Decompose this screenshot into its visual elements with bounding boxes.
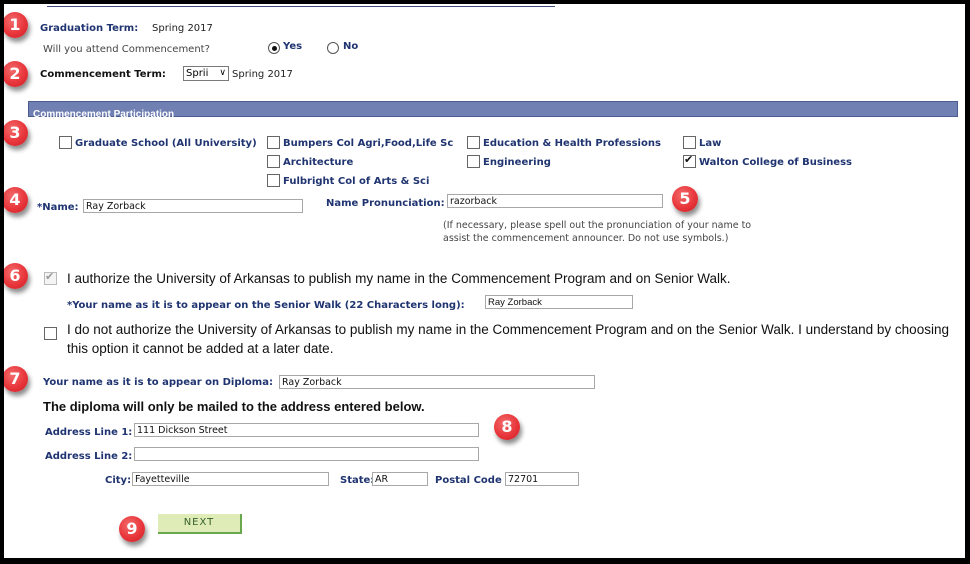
- step-badge-2: 2: [4, 61, 28, 87]
- attend-question: Will you attend Commencement?: [43, 44, 210, 55]
- college-label-law: Law: [699, 138, 722, 149]
- top-divider: [47, 6, 555, 7]
- college-checkbox-education[interactable]: [467, 136, 480, 149]
- not-authorize-checkbox[interactable]: [44, 327, 57, 340]
- name-label: *Name:: [37, 202, 79, 213]
- college-label-architecture: Architecture: [283, 157, 354, 168]
- graduation-term-label: Graduation Term:: [40, 23, 139, 34]
- commencement-term-label: Commencement Term:: [40, 69, 166, 80]
- college-label-graduate-school: Graduate School (All University): [75, 138, 257, 149]
- step-badge-9: 9: [119, 516, 145, 542]
- name-input[interactable]: Ray Zorback: [83, 199, 303, 213]
- college-checkbox-architecture[interactable]: [267, 155, 280, 168]
- state-input[interactable]: AR: [372, 472, 428, 486]
- diploma-name-label: Your name as it is to appear on Diploma:: [43, 377, 273, 388]
- step-badge-6: 6: [4, 263, 28, 289]
- step-badge-5: 5: [672, 186, 698, 212]
- college-label-fulbright: Fulbright Col of Arts & Sci: [283, 176, 430, 187]
- commencement-term-select-value: Sprii: [186, 68, 209, 79]
- pronunciation-help-line1: (If necessary, please spell out the pron…: [443, 220, 752, 231]
- step-badge-7: 7: [4, 366, 28, 392]
- form-page: 1 2 3 4 5 6 7 8 9 Graduation Term: Sprin…: [4, 4, 965, 558]
- college-label-walton: Walton College of Business: [699, 157, 852, 168]
- section-header: Commencement Participation: [28, 101, 958, 120]
- not-authorize-text-line1: I do not authorize the University of Ark…: [67, 322, 949, 337]
- commencement-term-select[interactable]: Sprii ∨: [183, 66, 229, 81]
- diploma-name-input[interactable]: Ray Zorback: [279, 375, 595, 389]
- senior-walk-input[interactable]: Ray Zorback: [485, 295, 633, 309]
- address-line1-input[interactable]: 111 Dickson Street: [134, 423, 479, 437]
- address-line2-input[interactable]: [134, 447, 479, 461]
- pronunciation-help-line2: assist the commencement announcer. Do no…: [443, 233, 729, 244]
- college-checkbox-engineering[interactable]: [467, 155, 480, 168]
- postal-code-input[interactable]: 72701: [505, 472, 579, 486]
- postal-code-label: Postal Code: [435, 475, 502, 486]
- commencement-term-text: Spring 2017: [232, 69, 293, 80]
- pronunciation-input[interactable]: razorback: [447, 194, 663, 208]
- attend-no-label: No: [343, 41, 359, 52]
- attend-no-radio[interactable]: [327, 42, 339, 54]
- city-input[interactable]: Fayetteville: [132, 472, 329, 486]
- diploma-notice: The diploma will only be mailed to the a…: [43, 399, 425, 414]
- college-label-bumpers: Bumpers Col Agri,Food,Life Sc: [283, 138, 454, 149]
- city-label: City:: [105, 475, 132, 486]
- not-authorize-text-line2: this option it cannot be added at a late…: [67, 341, 334, 356]
- authorize-checkbox[interactable]: [44, 270, 57, 285]
- step-badge-3: 3: [4, 120, 28, 146]
- step-badge-1: 1: [4, 12, 28, 38]
- college-checkbox-walton[interactable]: [683, 153, 696, 168]
- attend-yes-label: Yes: [283, 41, 303, 52]
- graduation-term-value: Spring 2017: [152, 23, 213, 34]
- section-title: Commencement Participation: [33, 109, 175, 120]
- address-line1-label: Address Line 1:: [45, 427, 133, 438]
- college-label-education: Education & Health Professions: [483, 138, 661, 149]
- senior-walk-label: *Your name as it is to appear on the Sen…: [67, 300, 465, 311]
- attend-yes-radio[interactable]: [268, 42, 280, 54]
- address-line2-label: Address Line 2:: [45, 451, 133, 462]
- authorize-text: I authorize the University of Arkansas t…: [67, 271, 731, 286]
- college-checkbox-fulbright[interactable]: [267, 174, 280, 187]
- step-badge-8: 8: [494, 414, 520, 440]
- college-label-engineering: Engineering: [483, 157, 551, 168]
- step-badge-4: 4: [4, 187, 28, 213]
- college-checkbox-law[interactable]: [683, 136, 696, 149]
- next-button[interactable]: NEXT: [158, 514, 242, 534]
- pronunciation-label: Name Pronunciation:: [326, 198, 445, 209]
- college-checkbox-graduate-school[interactable]: [59, 136, 72, 149]
- chevron-down-icon: ∨: [219, 68, 226, 78]
- state-label: State:: [340, 475, 375, 486]
- college-checkbox-bumpers[interactable]: [267, 136, 280, 149]
